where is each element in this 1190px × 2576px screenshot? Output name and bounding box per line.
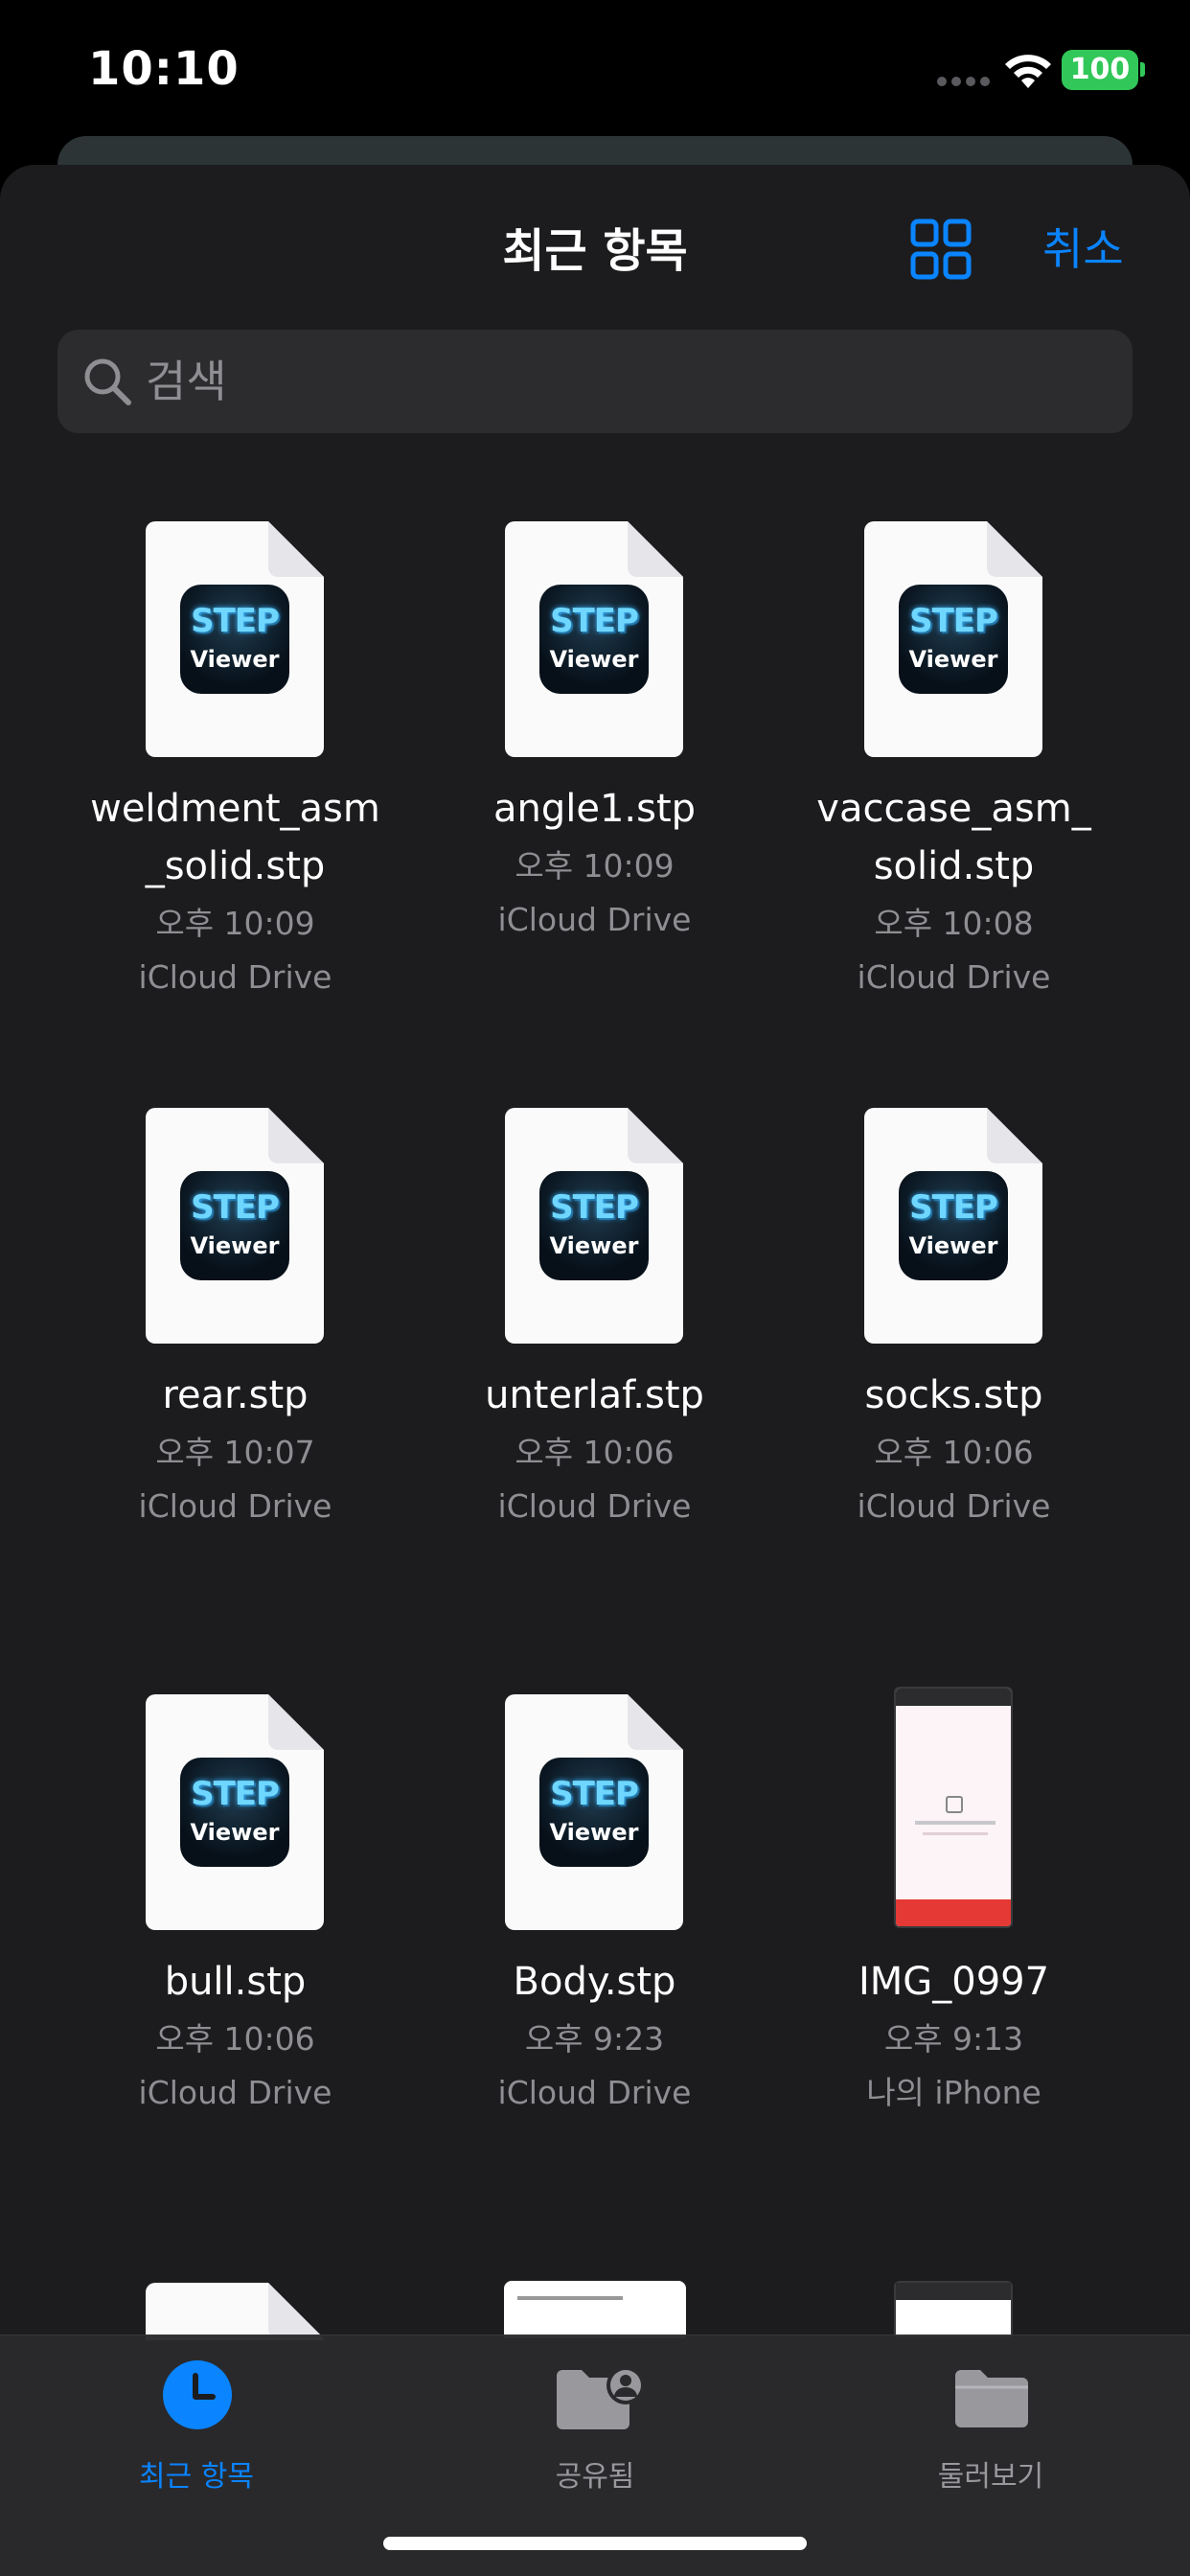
tab-label: 둘러보기 <box>937 2460 1044 2494</box>
file-location: iCloud Drive <box>497 2074 692 2111</box>
file-name: bull.stp <box>164 1960 307 2004</box>
file-location: iCloud Drive <box>857 958 1051 996</box>
step-viewer-app-icon: STEP Viewer <box>899 1171 1008 1280</box>
app-icon-text: Viewer <box>549 1232 639 1259</box>
app-icon-text: Viewer <box>908 646 998 673</box>
step-viewer-app-icon: STEP Viewer <box>180 1171 289 1280</box>
search-input[interactable] <box>146 349 1104 414</box>
app-icon-text: Viewer <box>549 646 639 673</box>
file-time: 오후 9:23 <box>524 2020 665 2058</box>
file-name: unterlaf.stp <box>485 1373 704 1417</box>
screenshot-thumbnail-partial[interactable] <box>894 2281 1013 2338</box>
app-icon-text: STEP <box>909 1188 998 1227</box>
step-viewer-app-icon: STEP Viewer <box>539 585 649 694</box>
tab-label: 최근 항목 <box>139 2460 254 2494</box>
file-name: vaccase_asm_ <box>816 787 1091 831</box>
file-location: iCloud Drive <box>497 901 692 938</box>
file-time: 오후 10:07 <box>155 1434 315 1471</box>
wifi-icon <box>1005 55 1051 88</box>
app-icon-text: STEP <box>191 1775 280 1813</box>
file-picker-sheet: 최근 항목 취소 STEP Viewer weldment_asm _solid.st… <box>0 165 1190 2576</box>
file-location: 나의 iPhone <box>866 2074 1041 2111</box>
file-time: 오후 10:08 <box>874 905 1034 942</box>
file-location: iCloud Drive <box>138 1487 332 1525</box>
document-thumbnail[interactable]: STEP Viewer <box>864 1108 1042 1344</box>
file-name: _solid.stp <box>145 844 326 888</box>
app-icon-text: Viewer <box>549 1819 639 1846</box>
document-thumbnail[interactable]: STEP Viewer <box>146 1694 324 1930</box>
file-item[interactable]: STEP Viewer rear.stp 오후 10:07 iCloud Drive <box>56 1108 415 1606</box>
file-item[interactable]: STEP Viewer angle1.stp 오후 10:09 iCloud Drive <box>415 521 774 1020</box>
file-name: socks.stp <box>864 1373 1043 1417</box>
document-thumbnail[interactable]: STEP Viewer <box>505 521 683 757</box>
tab-label: 공유됨 <box>555 2460 635 2494</box>
file-location: iCloud Drive <box>857 1487 1051 1525</box>
shared-folder-icon <box>557 2366 645 2429</box>
app-icon-text: Viewer <box>190 1232 280 1259</box>
status-time: 10:10 <box>88 42 240 96</box>
cellular-signal-icon <box>937 77 990 86</box>
file-location: iCloud Drive <box>138 2074 332 2111</box>
file-item[interactable]: STEP Viewer unterlaf.stp 오후 10:06 iCloud Dri… <box>415 1108 774 1606</box>
step-viewer-app-icon: STEP Viewer <box>539 1171 649 1280</box>
step-viewer-app-icon: STEP Viewer <box>180 1758 289 1867</box>
file-time: 오후 10:09 <box>515 847 675 885</box>
battery-tip <box>1140 62 1145 77</box>
app-icon-text: STEP <box>550 602 639 640</box>
search-icon <box>84 358 131 405</box>
step-viewer-app-icon: STEP Viewer <box>180 585 289 694</box>
home-indicator <box>383 2537 807 2550</box>
file-location: iCloud Drive <box>138 958 332 996</box>
file-time: 오후 10:06 <box>515 1434 675 1471</box>
file-name: rear.stp <box>162 1373 309 1417</box>
clock-icon <box>163 2360 232 2429</box>
document-thumbnail[interactable]: STEP Viewer <box>505 1108 683 1344</box>
file-item[interactable]: STEP Viewer vaccase_asm_ solid.stp 오후 10:08 i… <box>774 521 1133 1020</box>
file-time: 오후 10:06 <box>155 2020 315 2058</box>
file-time: 오후 9:13 <box>883 2020 1024 2058</box>
file-name: weldment_asm <box>90 787 380 831</box>
file-item[interactable]: STEP Viewer weldment_asm _solid.stp 오후 10:09… <box>56 521 415 1020</box>
status-bar: 10:10 100 <box>0 0 1190 134</box>
document-thumbnail-partial[interactable] <box>146 2283 324 2340</box>
document-thumbnail[interactable]: STEP Viewer <box>146 521 324 757</box>
file-location: iCloud Drive <box>497 1487 692 1525</box>
app-icon-text: STEP <box>909 602 998 640</box>
app-icon-text: Viewer <box>190 646 280 673</box>
page-title: 최근 항목 <box>502 224 688 278</box>
file-time: 오후 10:09 <box>155 905 315 942</box>
battery-indicator: 100 <box>1062 50 1138 90</box>
app-icon-text: STEP <box>550 1188 639 1227</box>
step-viewer-app-icon: STEP Viewer <box>899 585 1008 694</box>
screenshot-thumbnail[interactable] <box>894 1687 1013 1928</box>
folder-icon <box>955 2370 1028 2427</box>
app-icon-text: STEP <box>550 1775 639 1813</box>
file-item[interactable]: STEP Viewer Body.stp 오후 9:23 iCloud Drive <box>415 1694 774 2193</box>
app-icon-text: STEP <box>191 1188 280 1227</box>
file-item[interactable]: STEP Viewer socks.stp 오후 10:06 iCloud Drive <box>774 1108 1133 1606</box>
document-thumbnail[interactable]: STEP Viewer <box>505 1694 683 1930</box>
app-icon-text: STEP <box>191 602 280 640</box>
file-name: IMG_0997 <box>858 1960 1050 2004</box>
document-thumbnail[interactable]: STEP Viewer <box>864 521 1042 757</box>
file-name: Body.stp <box>513 1960 676 2004</box>
document-thumbnail[interactable]: STEP Viewer <box>146 1108 324 1344</box>
file-item[interactable]: STEP Viewer bull.stp 오후 10:06 iCloud Drive <box>56 1694 415 2193</box>
file-time: 오후 10:06 <box>874 1434 1034 1471</box>
step-viewer-app-icon: STEP Viewer <box>539 1758 649 1867</box>
file-name: angle1.stp <box>492 787 697 831</box>
app-icon-text: Viewer <box>190 1819 280 1846</box>
file-name: solid.stp <box>873 844 1035 888</box>
file-item[interactable]: IMG_0997 오후 9:13 나의 iPhone <box>774 1687 1133 2193</box>
cancel-button[interactable]: 취소 <box>1042 215 1124 278</box>
document-thumbnail-partial[interactable] <box>504 2281 686 2338</box>
app-icon-text: Viewer <box>908 1232 998 1259</box>
grid-icon[interactable] <box>910 218 972 280</box>
search-bar[interactable] <box>57 330 1133 433</box>
